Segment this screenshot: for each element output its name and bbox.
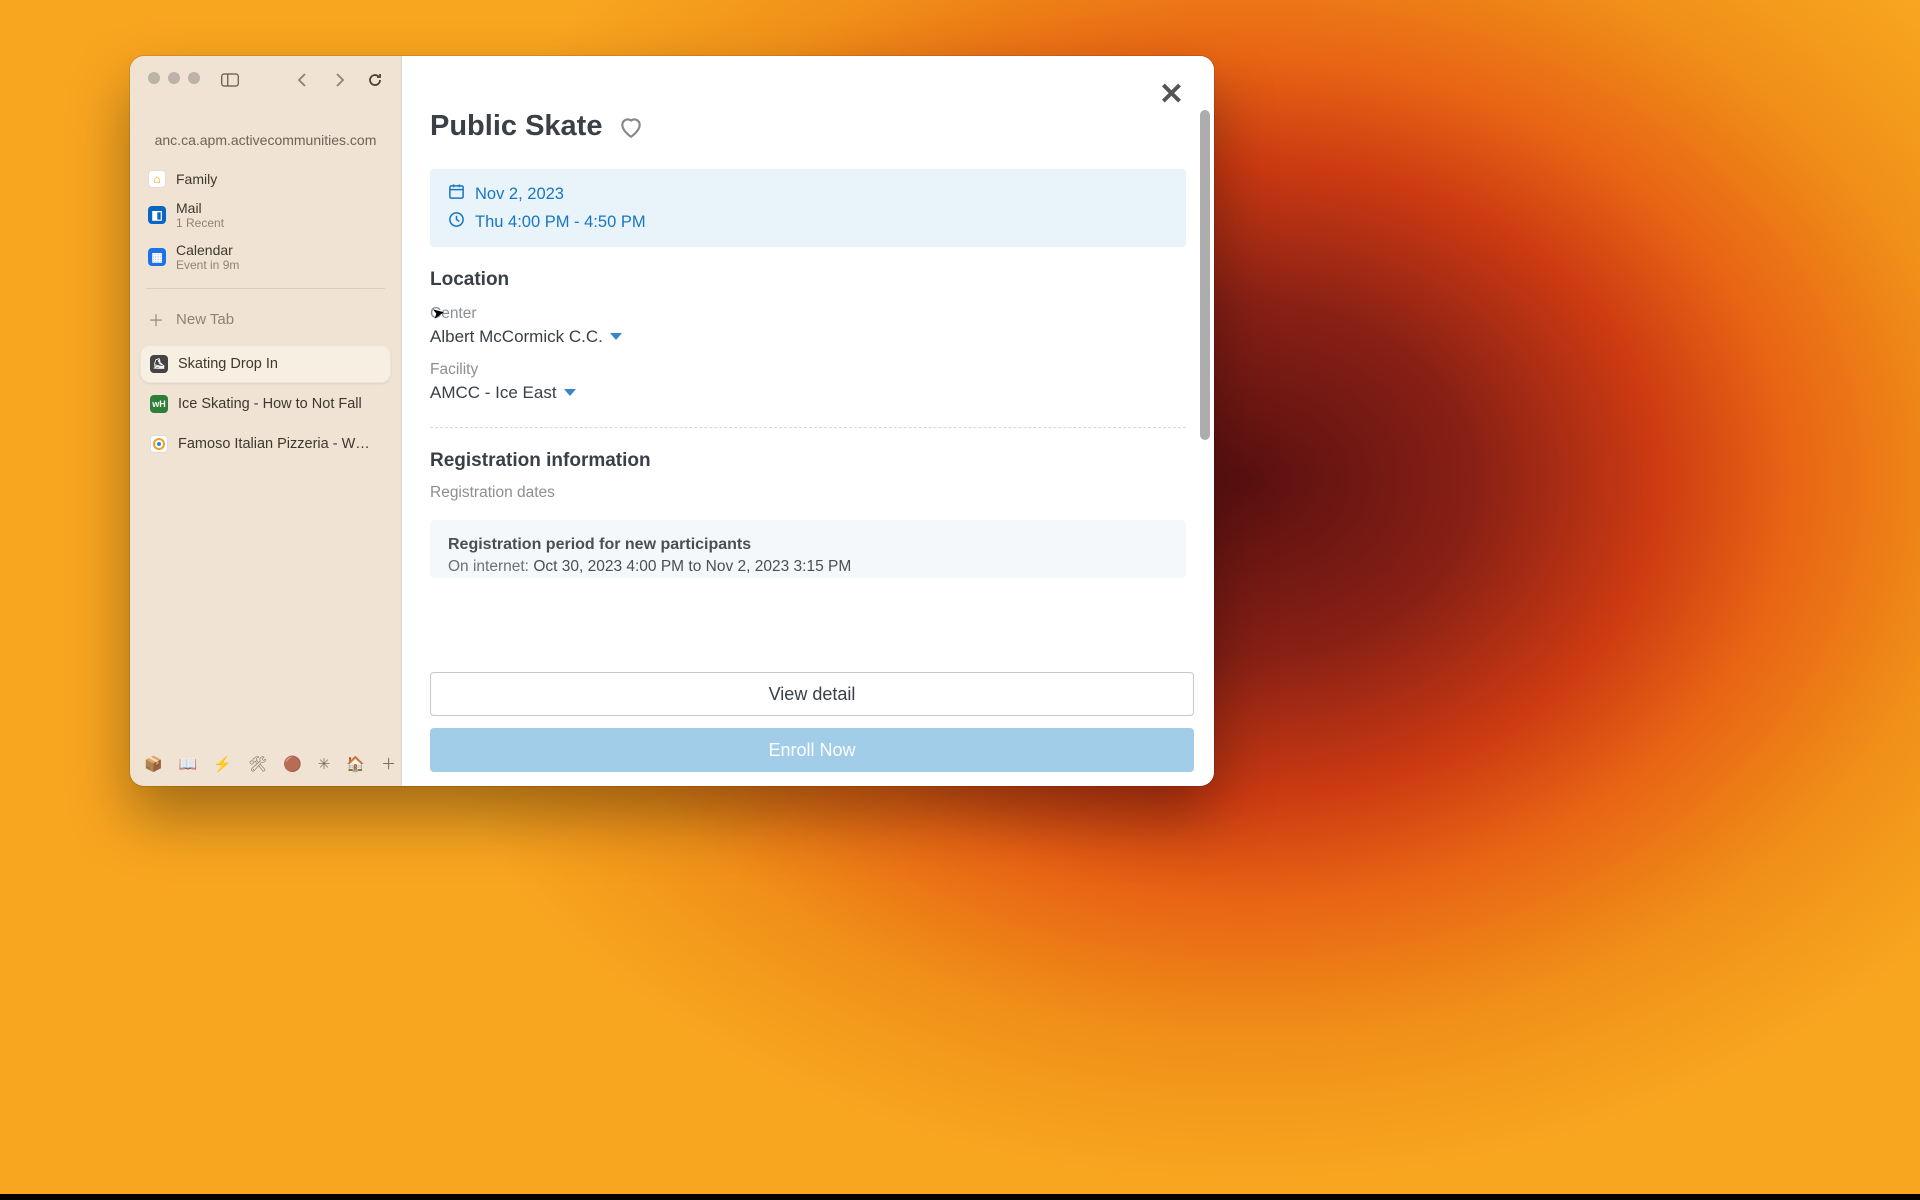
close-window-button[interactable] [148,72,160,84]
schedule-box: Nov 2, 2023 Thu 4:00 PM - 4:50 PM [430,169,1186,247]
scrollbar-thumb[interactable] [1200,110,1210,440]
location-heading: Location [430,269,1186,291]
pinned-subtitle: Event in 9m [176,258,239,272]
footer-icon[interactable]: 🟤 [283,755,302,773]
page-content: ✕ Public Skate [402,56,1214,786]
footer-icon[interactable]: ✳ [318,755,331,773]
pinned-subtitle: 1 Recent [176,216,224,230]
view-detail-label: View detail [769,684,856,705]
pinned-label: Calendar [176,242,239,258]
tab-label: Famoso Italian Pizzeria - W… [178,436,370,452]
tab-ice-skating[interactable]: wH Ice Skating - How to Not Fall [140,385,391,423]
registration-dates-label: Registration dates [430,484,1186,502]
facility-value: AMCC - Ice East [430,383,557,403]
scrollbar[interactable] [1200,110,1210,530]
registration-period-box: Registration period for new participants… [430,520,1186,578]
action-bar: View detail Enroll Now [430,664,1194,772]
divider [430,427,1186,428]
footer-icon[interactable]: 🛠 [248,755,267,773]
pinned-mail[interactable]: ◧ Mail 1 Recent [140,194,391,236]
plus-icon: ＋ [148,307,164,331]
home-icon: ⌂ [148,170,166,188]
pinned-calendar[interactable]: ▦ Calendar Event in 9m [140,236,391,278]
enroll-now-button[interactable]: Enroll Now [430,728,1194,772]
footer-icon[interactable]: ⚡ [213,755,232,773]
dock-edge [0,1194,1920,1200]
facility-label: Facility [430,361,1186,379]
favicon: ⛸ [150,355,168,373]
pinned-label: Mail [176,200,224,216]
favicon: wH [150,395,168,413]
safari-sidebar: anc.ca.apm.activecommunities.com ⌂ Famil… [130,56,402,786]
center-label: Center [430,305,1186,323]
pinned-family[interactable]: ⌂ Family [140,164,391,194]
view-detail-button[interactable]: View detail [430,672,1194,716]
divider [146,288,385,289]
sidebar-toggle-button[interactable] [214,68,246,92]
event-date: Nov 2, 2023 [475,185,564,204]
footer-icon[interactable]: 📦 [144,755,163,773]
chevron-down-icon [609,327,623,347]
favorite-button[interactable] [618,114,644,140]
browser-window: anc.ca.apm.activecommunities.com ⌂ Famil… [130,56,1214,786]
tab-famoso[interactable]: Famoso Italian Pizzeria - W… [140,425,391,463]
footer-add-icon[interactable]: ＋ [381,753,396,774]
address-bar[interactable]: anc.ca.apm.activecommunities.com [142,126,389,154]
title-text: Public Skate [430,110,602,143]
enroll-label: Enroll Now [768,740,855,761]
reload-button[interactable] [361,68,389,92]
minimize-window-button[interactable] [168,72,180,84]
forward-button[interactable] [325,68,353,92]
reg-period-title: Registration period for new participants [448,536,1168,554]
tab-skating-drop-in[interactable]: ⛸ Skating Drop In [140,345,391,383]
footer-icon[interactable]: 🏠 [346,755,365,773]
facility-value-row[interactable]: AMCC - Ice East [430,383,1186,403]
zoom-window-button[interactable] [188,72,200,84]
favicon [150,435,168,453]
event-time: Thu 4:00 PM - 4:50 PM [475,213,646,232]
reg-internet-value: Oct 30, 2023 4:00 PM to Nov 2, 2023 3:15… [533,558,851,575]
new-tab-button[interactable]: ＋ New Tab [130,299,401,339]
calendar-icon: ▦ [148,248,166,266]
center-value: Albert McCormick C.C. [430,327,603,347]
center-value-row[interactable]: Albert McCormick C.C. [430,327,1186,347]
clock-icon [448,211,465,233]
reg-internet-label: On internet: [448,558,529,575]
tab-label: Ice Skating - How to Not Fall [178,396,362,412]
sidebar-footer: 📦 📖 ⚡ 🛠 🟤 ✳ 🏠 ＋ [130,743,401,786]
back-button[interactable] [289,68,317,92]
registration-heading: Registration information [430,450,1186,472]
footer-icon[interactable]: 📖 [179,755,198,773]
mail-icon: ◧ [148,206,166,224]
pinned-label: Family [176,171,217,187]
calendar-icon [448,183,465,205]
page-title: Public Skate [430,110,1186,143]
new-tab-label: New Tab [176,311,234,328]
tab-label: Skating Drop In [178,356,278,372]
chevron-down-icon [563,383,577,403]
